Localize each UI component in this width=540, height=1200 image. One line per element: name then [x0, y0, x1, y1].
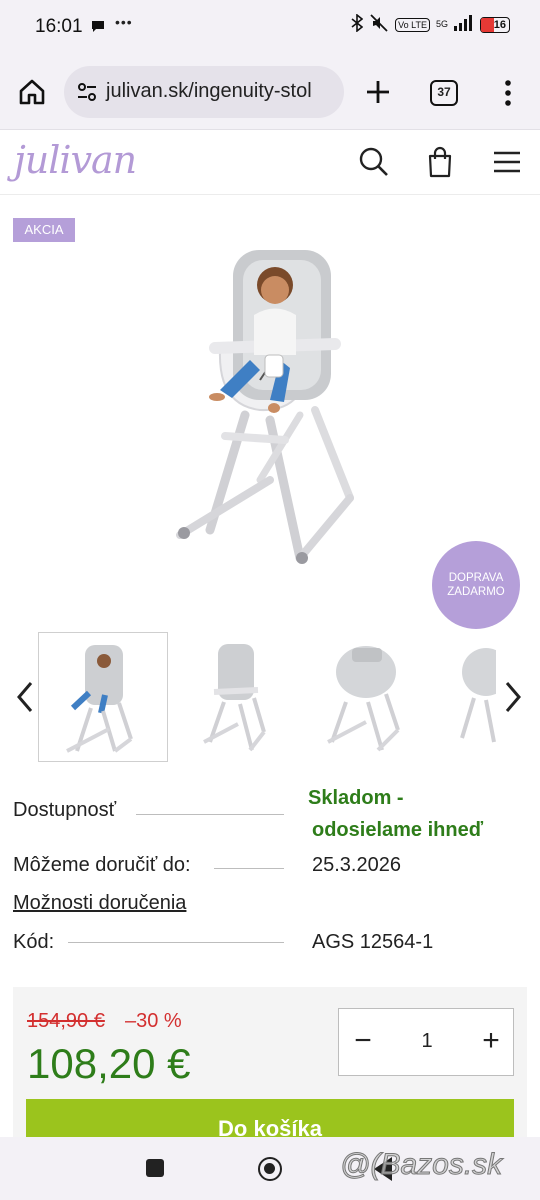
current-price: 108,20 € — [27, 1040, 191, 1087]
search-button[interactable] — [358, 146, 390, 178]
site-logo[interactable]: julivan — [14, 138, 137, 182]
delivery-options-link[interactable]: Možnosti doručenia — [13, 892, 186, 915]
signal-icon — [454, 15, 474, 34]
system-nav-bar: @(Bazos.sk — [0, 1137, 540, 1200]
gallery-thumbnail[interactable] — [38, 632, 168, 762]
free-shipping-badge: DOPRAVA ZADARMO — [432, 541, 520, 629]
system-home-button[interactable] — [258, 1157, 282, 1181]
discount-percent: –30 % — [125, 1010, 182, 1032]
new-tab-button[interactable] — [362, 76, 394, 108]
more-vert-icon — [505, 80, 511, 106]
shopping-bag-icon — [428, 146, 452, 178]
quantity-decrease-button[interactable]: − — [345, 1024, 381, 1060]
gallery-thumbnail[interactable] — [440, 632, 496, 762]
tab-switcher-button[interactable]: 37 — [430, 80, 458, 106]
quantity-stepper: − 1 + — [338, 1008, 514, 1076]
browser-menu-button[interactable] — [496, 78, 520, 108]
network-type: 5G — [435, 19, 448, 29]
old-price: 154,90 € — [27, 1010, 105, 1032]
gallery-thumbnail[interactable] — [306, 632, 436, 762]
delivery-date: 25.3.2026 — [312, 854, 401, 876]
gallery-prev-button[interactable] — [14, 678, 36, 716]
status-time: 16:01 — [35, 16, 83, 37]
status-bar: 16:01 ••• Vo LTE 5G 16 — [0, 0, 540, 52]
delivery-label: Môžeme doručiť do: — [13, 854, 191, 876]
divider — [136, 814, 284, 815]
hamburger-icon — [494, 151, 520, 173]
availability-line1: Skladom - — [308, 787, 404, 809]
divider — [68, 942, 284, 943]
site-header: julivan — [0, 130, 540, 195]
url-text[interactable]: julivan.sk/ingenuity-stol — [106, 80, 312, 103]
quantity-input[interactable]: 1 — [399, 1030, 455, 1053]
chevron-left-icon — [17, 682, 33, 712]
browser-toolbar: julivan.sk/ingenuity-stol 37 — [0, 52, 540, 130]
add-to-cart-button[interactable]: Do košíka — [26, 1099, 514, 1137]
battery-icon: 16 — [480, 16, 510, 33]
site-menu-button[interactable] — [492, 150, 522, 174]
mute-icon — [369, 14, 389, 35]
gallery-thumbnail[interactable] — [178, 632, 308, 762]
product-image[interactable] — [150, 240, 400, 580]
availability-line2: odosielame ihneď — [312, 819, 484, 841]
search-icon — [359, 147, 388, 176]
free-shipping-line2: ZADARMO — [447, 586, 505, 598]
message-icon — [90, 18, 106, 39]
quantity-increase-button[interactable]: + — [473, 1024, 509, 1060]
availability-value: Skladom - odosielame ihneď — [308, 782, 528, 846]
watermark: @(Bazos.sk — [339, 1148, 503, 1182]
address-bar[interactable]: julivan.sk/ingenuity-stol — [64, 66, 344, 118]
home-icon — [19, 79, 45, 105]
more-notifications-icon: ••• — [115, 14, 133, 30]
cart-button[interactable] — [426, 146, 454, 178]
divider — [214, 868, 284, 869]
sale-badge: AKCIA — [13, 218, 75, 242]
gallery-next-button[interactable] — [502, 678, 524, 716]
battery-level: 16 — [493, 18, 506, 31]
availability-label: Dostupnosť — [13, 799, 117, 821]
product-code: AGS 12564-1 — [312, 931, 434, 953]
recents-button[interactable] — [146, 1159, 164, 1177]
plus-icon — [367, 81, 389, 103]
site-settings-icon[interactable] — [76, 81, 98, 103]
free-shipping-line1: DOPRAVA — [448, 572, 504, 584]
status-icons: Vo LTE 5G 16 — [351, 13, 510, 35]
chevron-right-icon — [505, 682, 521, 712]
code-label: Kód: — [13, 931, 55, 953]
home-button[interactable] — [16, 76, 48, 108]
price-box: 154,90 € –30 % 108,20 € − 1 + Do košíka — [13, 987, 527, 1137]
bluetooth-icon — [351, 13, 364, 35]
volte-icon: Vo LTE — [395, 17, 430, 32]
